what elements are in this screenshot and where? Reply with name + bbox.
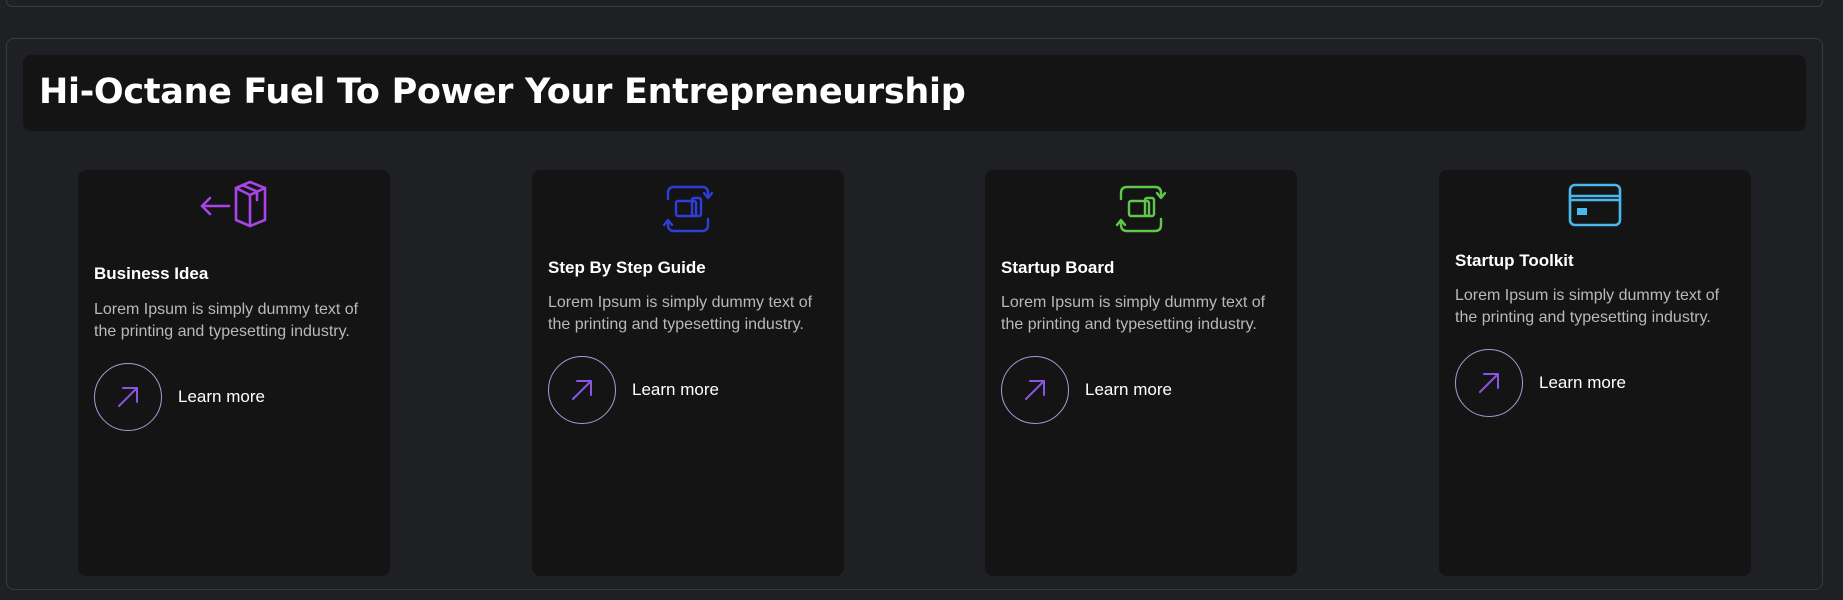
learn-more-label[interactable]: Learn more <box>1085 380 1172 400</box>
feature-card-business-idea: Business Idea Lorem Ipsum is simply dumm… <box>78 170 390 576</box>
card-title: Startup Toolkit <box>1455 251 1574 270</box>
learn-more-label[interactable]: Learn more <box>178 387 265 407</box>
feature-card-step-guide: Step By Step Guide Lorem Ipsum is simply… <box>532 170 844 576</box>
card-description: Lorem Ipsum is simply dummy text of the … <box>1001 294 1266 333</box>
learn-more-button[interactable] <box>1001 356 1069 424</box>
feature-card-startup-board: Startup Board Lorem Ipsum is simply dumm… <box>985 170 1297 576</box>
section-heading: Hi-Octane Fuel To Power Your Entrepreneu… <box>39 72 966 112</box>
previous-section-frame <box>6 0 1823 7</box>
learn-more-link[interactable]: Learn more <box>1455 349 1626 417</box>
device-sync-icon <box>1103 179 1179 239</box>
feature-card-startup-toolkit: Startup Toolkit Lorem Ipsum is simply du… <box>1439 170 1751 576</box>
device-sync-icon <box>650 179 726 239</box>
card-description: Lorem Ipsum is simply dummy text of the … <box>1455 287 1720 326</box>
credit-card-icon <box>1557 175 1633 235</box>
learn-more-link[interactable]: Learn more <box>94 363 265 431</box>
card-title: Startup Board <box>1001 258 1115 277</box>
arrow-up-right-icon <box>1025 380 1045 400</box>
learn-more-button[interactable] <box>94 363 162 431</box>
learn-more-label[interactable]: Learn more <box>1539 373 1626 393</box>
arrow-up-right-icon <box>572 380 592 400</box>
learn-more-button[interactable] <box>1455 349 1523 417</box>
card-title: Step By Step Guide <box>548 258 706 277</box>
learn-more-button[interactable] <box>548 356 616 424</box>
card-description: Lorem Ipsum is simply dummy text of the … <box>94 301 359 340</box>
card-description: Lorem Ipsum is simply dummy text of the … <box>548 294 813 333</box>
features-section: Hi-Octane Fuel To Power Your Entrepreneu… <box>6 38 1823 590</box>
learn-more-link[interactable]: Learn more <box>1001 356 1172 424</box>
learn-more-label[interactable]: Learn more <box>632 380 719 400</box>
box-arrow-icon <box>196 179 272 239</box>
learn-more-link[interactable]: Learn more <box>548 356 719 424</box>
arrow-up-right-icon <box>1479 373 1499 393</box>
section-heading-bar: Hi-Octane Fuel To Power Your Entrepreneu… <box>23 55 1806 131</box>
arrow-up-right-icon <box>118 387 138 407</box>
card-title: Business Idea <box>94 264 209 283</box>
